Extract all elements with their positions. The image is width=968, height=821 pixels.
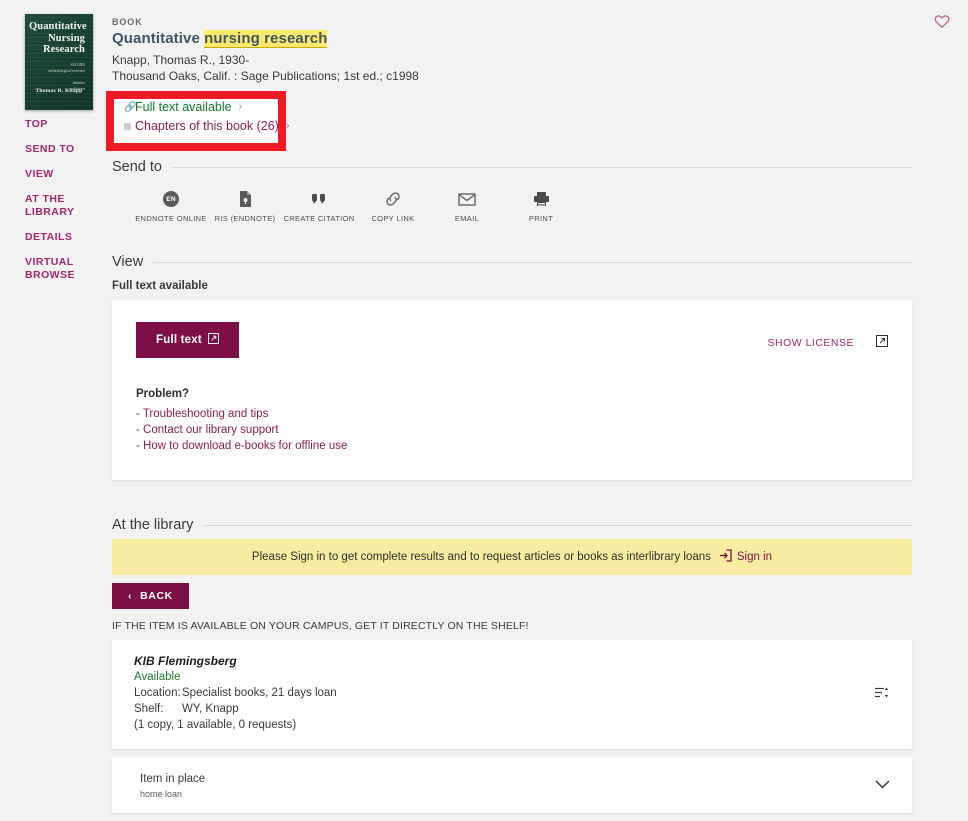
divider (172, 166, 912, 168)
sidebar-item-view[interactable]: VIEW (25, 168, 105, 181)
full-text-button[interactable]: Full text (136, 322, 239, 358)
quick-link-label: Full text available (135, 100, 232, 114)
full-text-button-label: Full text (156, 334, 202, 346)
sign-in-banner-text: Please Sign in to get complete results a… (251, 551, 711, 563)
send-to-copy-link-button[interactable]: COPY LINK (356, 189, 430, 224)
problem-link-troubleshooting[interactable]: - Troubleshooting and tips (136, 406, 888, 422)
record-page: Quantitative Nursing Research SECOND met… (0, 0, 968, 821)
item-status: Item in place (140, 773, 206, 785)
sidebar-item-at-the-library[interactable]: AT THE LIBRARY (25, 193, 105, 219)
item-policy: home loan (140, 789, 183, 799)
view-subheading: Full text available (112, 280, 208, 292)
cover-author: Thomas R. Knapp (35, 88, 83, 94)
holding-card[interactable]: KIB Flemingsberg Available Location: Spe… (112, 640, 912, 749)
quote-icon (282, 189, 356, 209)
cover-title: Quantitative Nursing Research (29, 21, 87, 55)
holding-location-row: Location: Specialist books, 21 days loan (134, 685, 894, 701)
holding-location-key: Location: (134, 687, 181, 699)
at-the-library-heading-text: At the library (112, 517, 194, 533)
quick-link-label: Chapters of this book (26) (135, 119, 279, 133)
link-icon: 🔗 (124, 101, 137, 113)
send-to-label: CREATE CITATION (283, 214, 355, 223)
send-to-actions: EN ENDNOTE ONLINE RIS (ENDNOTE) CREATE C… (134, 189, 912, 224)
show-license-label: SHOW LICENSE (767, 337, 854, 349)
external-link-icon (876, 334, 888, 352)
quick-links: 🔗 Full text available › Chapters of this… (124, 98, 290, 136)
send-to-label: EMAIL (454, 214, 480, 223)
send-to-create-citation-button[interactable]: CREATE CITATION (282, 189, 356, 224)
holding-shelf-key: Shelf: (134, 703, 164, 715)
quick-link-chapters[interactable]: Chapters of this book (26) › (124, 117, 290, 135)
holding-library-name: KIB Flemingsberg (134, 654, 237, 668)
show-license-button[interactable]: SHOW LICENSE (767, 334, 888, 352)
view-section: View Full text available SHOW LICENSE Fu… (112, 254, 912, 480)
file-icon (208, 189, 282, 209)
sidebar-item-send-to[interactable]: SEND TO (25, 143, 105, 156)
section-nav: TOP SEND TO VIEW AT THE LIBRARY DETAILS … (25, 118, 105, 294)
quick-link-full-text[interactable]: 🔗 Full text available › (124, 98, 290, 116)
sign-in-button[interactable]: Sign in (719, 549, 772, 565)
problem-link-offline[interactable]: - How to download e-books for offline us… (136, 438, 888, 454)
send-to-heading: Send to (112, 159, 912, 175)
cover-subtitle: SECOND methodological overview statistic… (48, 62, 85, 91)
send-to-label: COPY LINK (371, 214, 415, 223)
holding-shelf-value: WY, Knapp (182, 703, 239, 715)
envelope-icon (430, 189, 504, 209)
send-to-endnote-online-button[interactable]: EN ENDNOTE ONLINE (134, 189, 208, 224)
endnote-icon: EN (134, 189, 208, 209)
sort-icon[interactable] (874, 685, 890, 705)
endnote-badge: EN (163, 191, 179, 207)
divider (203, 524, 912, 526)
item-row[interactable]: Item in place home loan (112, 757, 912, 813)
chevron-down-icon[interactable] (875, 776, 890, 794)
login-icon (719, 549, 732, 565)
chevron-right-icon: › (285, 120, 290, 132)
send-to-label: ENDNOTE ONLINE (135, 214, 207, 223)
at-the-library-section: At the library Please Sign in to get com… (112, 517, 912, 813)
sidebar-item-top[interactable]: TOP (25, 118, 105, 131)
holding-shelf-row: Shelf: WY, Knapp (134, 701, 894, 717)
divider (153, 261, 912, 263)
left-rail: Quantitative Nursing Research SECOND met… (0, 0, 110, 821)
title-highlight: nursing research (204, 30, 328, 48)
problem-link-support[interactable]: - Contact our library support (136, 422, 888, 438)
title-plain: Quantitative (112, 30, 205, 47)
send-to-section: Send to EN ENDNOTE ONLINE RIS (ENDNOTE) … (112, 159, 912, 224)
favorite-heart-icon[interactable] (934, 14, 950, 34)
main-column: BOOK Quantitative nursing research Knapp… (106, 0, 912, 813)
sidebar-item-virtual-browse[interactable]: VIRTUAL BROWSE (25, 256, 105, 282)
shelf-note: IF THE ITEM IS AVAILABLE ON YOUR CAMPUS,… (112, 620, 529, 632)
send-to-label: PRINT (528, 214, 554, 223)
printer-icon (504, 189, 578, 209)
back-button[interactable]: ‹ BACK (112, 583, 189, 609)
book-cover-image: Quantitative Nursing Research SECOND met… (25, 14, 93, 110)
link-icon (356, 189, 430, 209)
send-to-ris-button[interactable]: RIS (ENDNOTE) (208, 189, 282, 224)
problem-heading: Problem? (136, 388, 190, 400)
problem-block: Problem? - Troubleshooting and tips - Co… (136, 388, 888, 454)
resource-type-label: BOOK (112, 17, 143, 27)
status-badge: Available (134, 671, 181, 683)
view-heading: View (112, 254, 912, 270)
chevron-right-icon: › (238, 101, 243, 113)
square-icon (124, 122, 131, 130)
external-link-icon (207, 333, 219, 347)
view-heading-text: View (112, 254, 144, 270)
full-text-card: SHOW LICENSE Full text Problem? - Troubl… (112, 300, 912, 480)
sign-in-label: Sign in (736, 551, 773, 563)
back-button-label: BACK (140, 590, 173, 602)
page-title: Quantitative nursing research (112, 30, 912, 48)
at-the-library-heading: At the library (112, 517, 912, 533)
record-author: Knapp, Thomas R., 1930- (112, 53, 250, 67)
sign-in-banner: Please Sign in to get complete results a… (112, 539, 912, 575)
send-to-heading-text: Send to (112, 159, 162, 175)
record-publication: Thousand Oaks, Calif. : Sage Publication… (112, 69, 419, 83)
send-to-label: RIS (ENDNOTE) (214, 214, 276, 223)
holding-location-value: Specialist books, 21 days loan (182, 687, 337, 699)
sidebar-item-details[interactable]: DETAILS (25, 231, 105, 244)
send-to-print-button[interactable]: PRINT (504, 189, 578, 224)
send-to-email-button[interactable]: EMAIL (430, 189, 504, 224)
holding-copies: (1 copy, 1 available, 0 requests) (134, 719, 297, 731)
chevron-left-icon: ‹ (128, 590, 133, 602)
